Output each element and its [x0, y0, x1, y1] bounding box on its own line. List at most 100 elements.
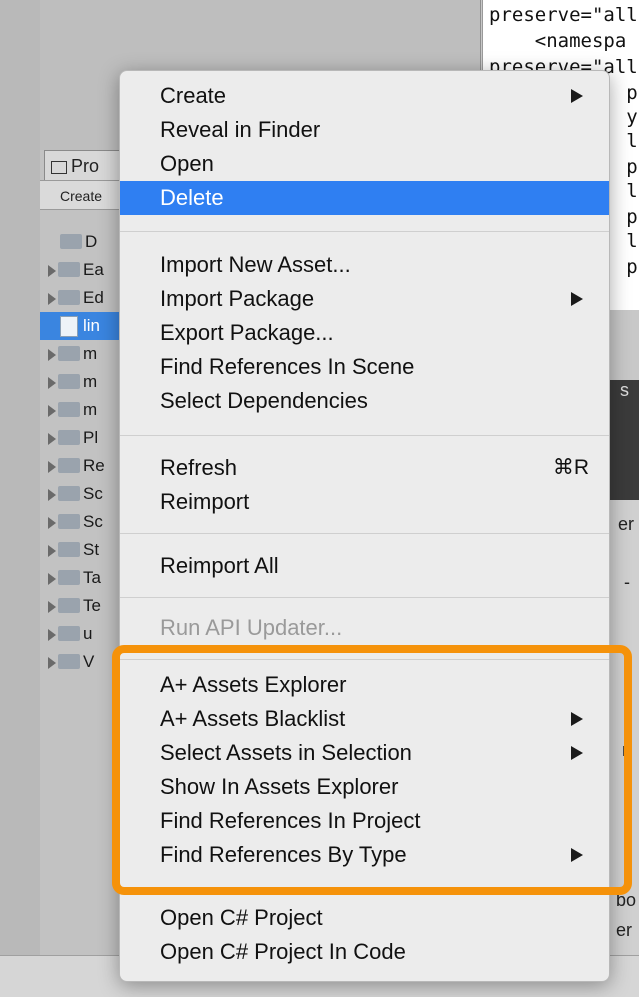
create-button[interactable]: Create: [60, 188, 102, 204]
shortcut-label: ⌘R: [552, 456, 589, 479]
menu-item-label: Find References In Project: [160, 808, 421, 833]
folder-icon: [58, 290, 80, 306]
inspector-fragment: er: [616, 920, 633, 940]
tree-item[interactable]: m: [48, 340, 120, 368]
menu-separator: [120, 659, 609, 660]
expand-arrow-icon[interactable]: [48, 544, 56, 557]
menu-item-label: Create: [160, 83, 227, 108]
menu-item-select-dependencies[interactable]: Select Dependencies: [120, 384, 609, 418]
tree-item-label: u: [83, 624, 93, 643]
tree-item[interactable]: Sc: [48, 480, 120, 508]
expand-arrow-icon[interactable]: [48, 264, 56, 277]
menu-item-assets-explorer[interactable]: A+ Assets Explorer: [120, 668, 609, 702]
menu-item-reveal-in-finder[interactable]: Reveal in Finder: [120, 113, 609, 147]
submenu-arrow-icon: [571, 848, 583, 862]
expand-arrow-icon[interactable]: [48, 572, 56, 585]
folder-tab-icon: [51, 160, 67, 174]
tree-item[interactable]: Re: [48, 452, 120, 480]
menu-item-label: Import New Asset...: [160, 252, 351, 277]
menu-item-label: Refresh: [160, 455, 238, 480]
code-line: preserve="all",: [489, 4, 639, 26]
menu-item-select-assets-in-selection[interactable]: Select Assets in Selection: [120, 736, 609, 770]
menu-item-create[interactable]: Create: [120, 79, 609, 113]
menu-item-open-csharp-project[interactable]: Open C# Project: [120, 901, 609, 935]
menu-item-run-api-updater: Run API Updater...: [120, 611, 609, 645]
tab-project[interactable]: Pro: [44, 150, 120, 180]
menu-item-import-new-asset[interactable]: Import New Asset...: [120, 248, 609, 282]
menu-item-refresh[interactable]: Refresh ⌘R: [120, 451, 609, 485]
tree-item[interactable]: m: [48, 396, 120, 424]
menu-item-delete[interactable]: Delete: [120, 181, 609, 215]
tree-item-label: Ta: [83, 568, 101, 587]
tree-item-label: m: [83, 344, 98, 363]
tree-item[interactable]: St: [48, 536, 120, 564]
menu-item-open[interactable]: Open: [120, 147, 609, 181]
menu-item-assets-blacklist[interactable]: A+ Assets Blacklist: [120, 702, 609, 736]
menu-item-label: A+ Assets Blacklist: [160, 706, 346, 731]
menu-item-label: Show In Assets Explorer: [160, 774, 399, 799]
menu-item-label: Import Package: [160, 286, 315, 311]
menu-item-find-references-in-scene[interactable]: Find References In Scene: [120, 350, 609, 384]
menu-item-import-package[interactable]: Import Package: [120, 282, 609, 316]
menu-item-reimport[interactable]: Reimport: [120, 485, 609, 519]
expand-arrow-icon[interactable]: [48, 628, 56, 641]
expand-arrow-icon[interactable]: [48, 460, 56, 473]
menu-item-label: Reimport: [160, 489, 250, 514]
tree-item-label: m: [83, 400, 98, 419]
menu-item-label: Find References In Scene: [160, 354, 415, 379]
tree-item[interactable]: Ed: [48, 284, 120, 312]
expand-arrow-icon[interactable]: [48, 292, 56, 305]
tree-item[interactable]: Ta: [48, 564, 120, 592]
menu-item-label: Select Assets in Selection: [160, 740, 412, 765]
expand-arrow-icon[interactable]: [48, 488, 56, 501]
inspector-fragment: n: [622, 740, 633, 760]
submenu-arrow-icon: [571, 292, 583, 306]
expand-arrow-icon[interactable]: [48, 376, 56, 389]
menu-item-label: Find References By Type: [160, 842, 407, 867]
tab-project-label: Pro: [71, 156, 100, 176]
folder-icon: [58, 458, 80, 474]
expand-arrow-icon[interactable]: [48, 600, 56, 613]
tree-item-label: Sc: [83, 512, 103, 531]
expand-arrow-icon[interactable]: [48, 656, 56, 669]
tree-item[interactable]: Sc: [48, 508, 120, 536]
tree-item[interactable]: Te: [48, 592, 120, 620]
menu-item-label: Open: [160, 151, 214, 176]
menu-separator: [120, 533, 609, 534]
folder-icon: [58, 374, 80, 390]
menu-item-label: Reimport All: [160, 553, 279, 578]
submenu-arrow-icon: [571, 712, 583, 726]
folder-icon: [58, 486, 80, 502]
tree-item-label: Te: [83, 596, 101, 615]
inspector-fragment: er: [618, 514, 635, 534]
menu-item-label: Open C# Project: [160, 905, 323, 930]
menu-item-label: Open C# Project In Code: [160, 939, 406, 964]
expand-arrow-icon[interactable]: [48, 432, 56, 445]
inspector-fragment: -: [624, 572, 630, 592]
menu-item-open-csharp-project-in-code[interactable]: Open C# Project In Code: [120, 935, 609, 969]
tree-item[interactable]: Pl: [48, 424, 120, 452]
tree-item-label: St: [83, 540, 100, 559]
menu-separator: [120, 889, 609, 890]
folder-icon: [58, 542, 80, 558]
expand-arrow-icon[interactable]: [48, 348, 56, 361]
expand-arrow-icon[interactable]: [48, 516, 56, 529]
expand-arrow-icon[interactable]: [48, 404, 56, 417]
menu-item-find-references-in-project[interactable]: Find References In Project: [120, 804, 609, 838]
tree-item[interactable]: D: [48, 228, 120, 256]
menu-item-find-references-by-type[interactable]: Find References By Type: [120, 838, 609, 872]
tree-item-label: Pl: [83, 428, 99, 447]
tree-item[interactable]: V: [48, 648, 120, 676]
tree-item-selected[interactable]: lin: [40, 312, 120, 340]
menu-item-reimport-all[interactable]: Reimport All: [120, 549, 609, 583]
folder-icon: [60, 234, 82, 250]
tree-item[interactable]: m: [48, 368, 120, 396]
menu-item-label: Export Package...: [160, 320, 334, 345]
tree-item[interactable]: Ea: [48, 256, 120, 284]
tree-item-label: Ea: [83, 260, 104, 279]
folder-icon: [58, 570, 80, 586]
menu-item-export-package[interactable]: Export Package...: [120, 316, 609, 350]
menu-item-show-in-assets-explorer[interactable]: Show In Assets Explorer: [120, 770, 609, 804]
tree-item-label: D: [85, 232, 98, 251]
tree-item[interactable]: u: [48, 620, 120, 648]
